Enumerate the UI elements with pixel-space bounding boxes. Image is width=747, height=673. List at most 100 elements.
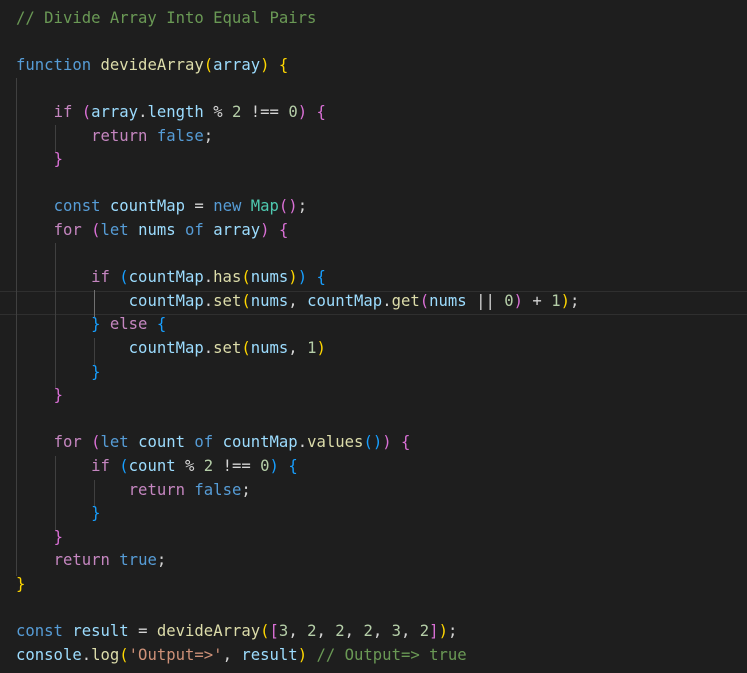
code-token: nums (138, 220, 176, 239)
code-token: . (81, 645, 92, 664)
code-token: ; (297, 197, 308, 216)
code-token: () (363, 433, 383, 452)
code-token: , (372, 622, 392, 641)
code-token: values (307, 433, 364, 452)
code-token: Map (250, 197, 279, 216)
code-line[interactable]: function devideArray(array) { (16, 54, 288, 78)
code-token: 0 (260, 456, 270, 475)
code-line[interactable]: return false; (16, 125, 213, 149)
code-token: ( (419, 291, 430, 310)
code-token: ) (513, 291, 524, 310)
code-token: , (344, 622, 364, 641)
code-token: 0 (504, 291, 514, 310)
code-line[interactable]: } (16, 361, 100, 385)
code-line[interactable]: } (16, 384, 63, 408)
code-token: countMap (128, 291, 204, 310)
code-token: ) (260, 220, 270, 239)
code-token: ) (438, 622, 448, 641)
code-token: countMap (307, 291, 383, 310)
code-token: } (91, 315, 101, 334)
code-token: count (138, 433, 186, 452)
code-token: [ (269, 622, 279, 641)
code-token: if (91, 268, 110, 287)
code-token: set (213, 338, 242, 357)
code-token: false (194, 480, 242, 499)
code-token: { (316, 102, 326, 121)
code-token: ) (560, 291, 570, 310)
code-token: result (241, 645, 298, 664)
code-token: countMap (222, 433, 298, 452)
code-line[interactable]: if (array.length % 2 !== 0) { (16, 101, 326, 125)
code-token: countMap (109, 197, 186, 216)
code-line[interactable]: console.log('Output=>', result) // Outpu… (16, 644, 467, 668)
code-token: 0 (288, 102, 298, 121)
code-token: ] (429, 622, 439, 641)
code-token: const (16, 622, 63, 641)
code-token: 2 (335, 622, 345, 641)
code-token: , (222, 645, 242, 664)
code-token: 2 (363, 622, 373, 641)
code-line[interactable]: } (16, 526, 63, 550)
code-line[interactable]: return false; (16, 479, 251, 503)
code-token: 2 (231, 102, 242, 121)
code-line[interactable]: } (16, 573, 25, 597)
code-line[interactable]: } else { (16, 313, 166, 337)
code-line[interactable]: if (countMap.has(nums)) { (16, 266, 326, 290)
code-token: console (16, 645, 82, 664)
code-token: set (213, 291, 242, 310)
code-token: if (53, 102, 73, 121)
code-token: ( (119, 456, 129, 475)
code-line[interactable]: countMap.set(nums, countMap.get(nums || … (16, 290, 580, 314)
code-line[interactable]: } (16, 148, 63, 172)
code-token: ; (570, 291, 580, 310)
code-token: ) (260, 55, 270, 74)
code-token: devideArray (100, 55, 204, 74)
code-line[interactable]: const result = devideArray([3, 2, 2, 2, … (16, 620, 457, 644)
code-token: , (316, 622, 336, 641)
code-token: get (391, 291, 420, 310)
code-token: for (53, 433, 82, 452)
code-token: 2 (203, 456, 214, 475)
code-token: countMap (128, 338, 204, 357)
code-token: array (91, 102, 139, 121)
code-line[interactable]: return true; (16, 549, 167, 573)
code-token: } (53, 386, 63, 405)
code-line[interactable]: countMap.set(nums, 1) (16, 337, 326, 361)
code-token: let (100, 433, 129, 452)
code-line[interactable]: // Divide Array Into Equal Pairs (16, 7, 316, 31)
code-token: ( (119, 268, 129, 287)
code-token: ) (382, 433, 392, 452)
code-token: , (288, 622, 308, 641)
code-token: array (213, 220, 261, 239)
code-line[interactable]: if (count % 2 !== 0) { (16, 455, 298, 479)
code-line[interactable]: } (16, 502, 100, 526)
code-line[interactable]: for (let nums of array) { (16, 219, 289, 243)
code-token: ) (297, 645, 308, 664)
code-token: for (53, 220, 82, 239)
code-token: const (53, 197, 101, 216)
code-token: ( (91, 433, 101, 452)
code-token: of (185, 220, 204, 239)
code-token: } (53, 150, 63, 169)
code-editor[interactable]: // Divide Array Into Equal Pairs function… (0, 0, 747, 673)
code-line[interactable]: for (let count of countMap.values()) { (16, 431, 411, 455)
code-line[interactable]: const countMap = new Map(); (16, 195, 308, 219)
code-token: { (288, 456, 298, 475)
